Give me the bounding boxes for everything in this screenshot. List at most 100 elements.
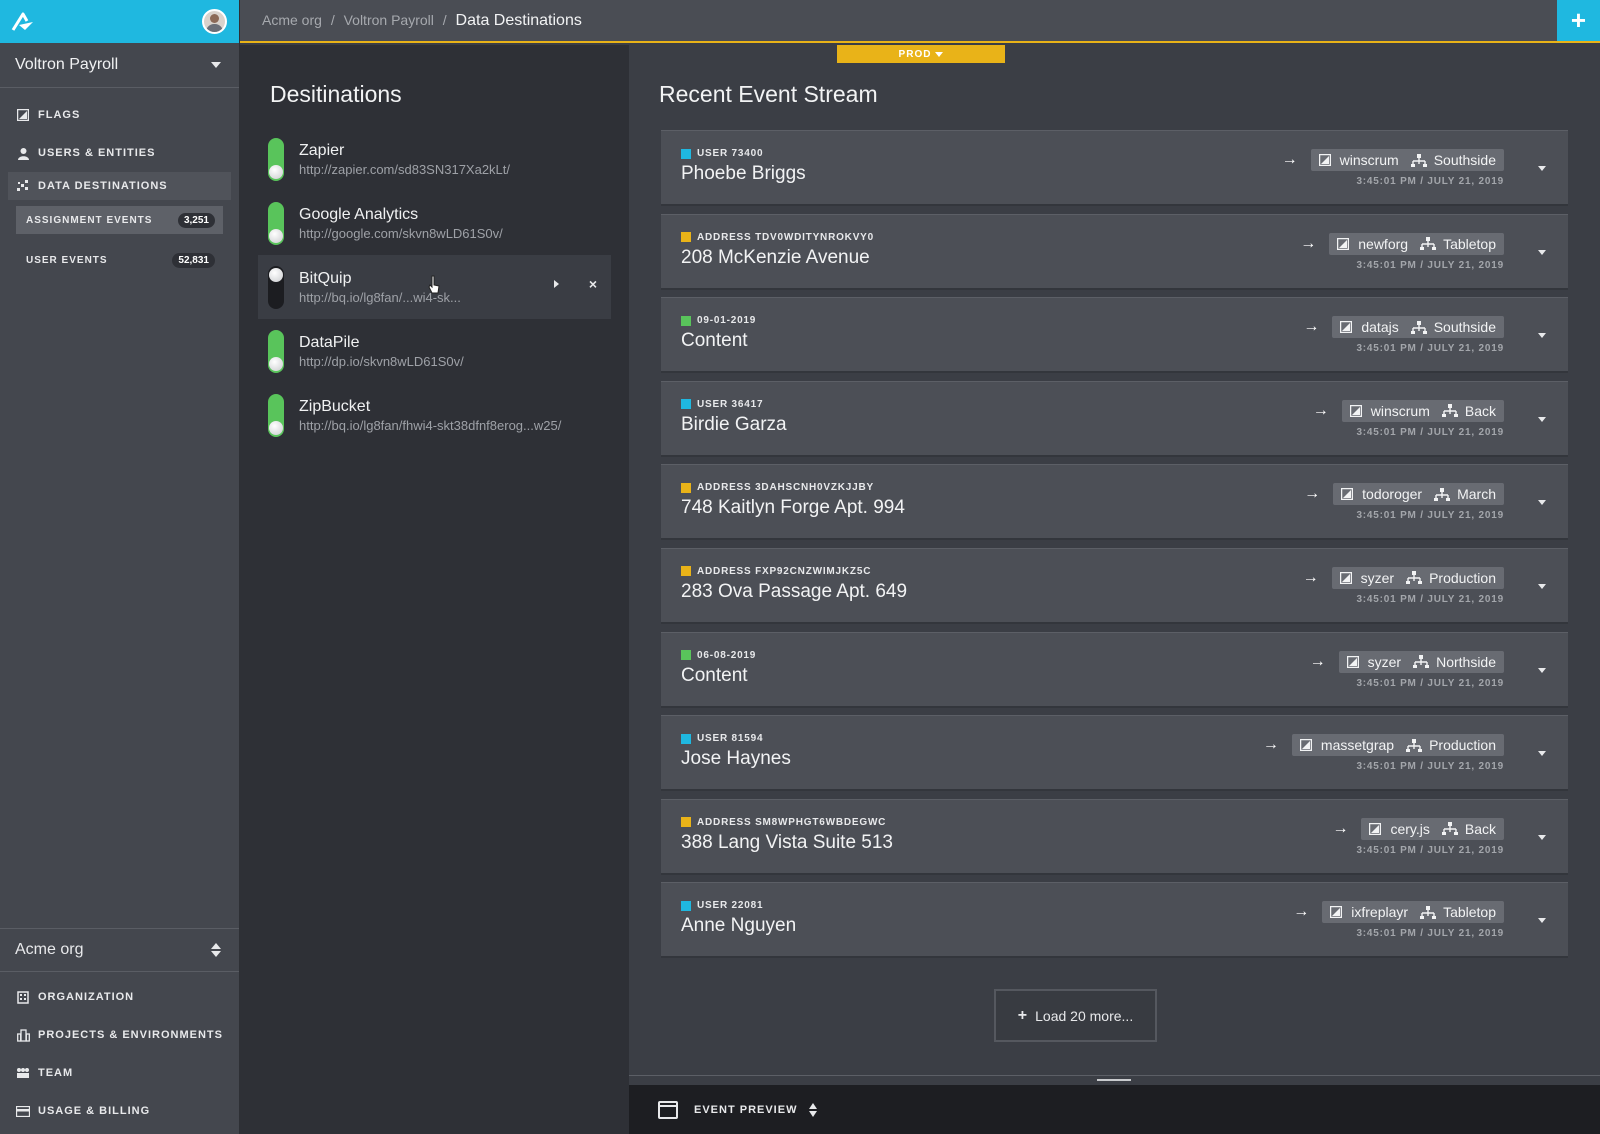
event-row[interactable]: ADDRESS SM8WPHGT6WBDEGWC 388 Lang Vista S… [661,798,1568,875]
breadcrumb-org[interactable]: Acme org [262,12,322,28]
flag-name: winscrum [1370,402,1430,419]
event-row[interactable]: 09-01-2019 Content → datajs Southside 3:45:01… [661,297,1568,374]
event-stream-panel: Recent Event Stream USER 73400 Phoebe Bri… [629,45,1600,1075]
event-target-chip[interactable]: ixfreplayr Tabletop [1322,901,1504,924]
event-id: USER 73400 [697,148,764,159]
arrow-right-icon: → [1302,568,1319,586]
destination-item[interactable]: Zapier http://zapier.com/sd83SN317Xa2kLt… [258,127,611,191]
event-row[interactable]: USER 22081 Anne Nguyen → ixfreplayr Tabletop… [661,882,1568,959]
nav-users-entities[interactable]: USERS & ENTITIES [0,134,239,172]
event-row[interactable]: USER 81594 Jose Haynes → massetgrap Producti… [661,715,1568,792]
destination-item[interactable]: DataPile http://dp.io/skvn8wLD61S0v/ [258,319,611,383]
event-id: USER 81594 [697,733,764,745]
event-target-chip[interactable]: syzer Northside [1338,650,1504,673]
destination-item[interactable]: ZipBucket http://bq.io/lg8fan/fhwi4-skt3… [258,383,611,447]
flag-icon [16,108,30,122]
event-row[interactable]: USER 36417 Birdie Garza → winscrum Back 3:45:… [661,380,1568,457]
environment-icon [1413,655,1430,669]
enable-toggle[interactable] [268,201,284,245]
event-meta: → cery.js Back 3:45:01 PM / JULY 21, 2019 [1332,817,1504,856]
nav-label: FLAGS [38,109,81,121]
event-row[interactable]: 06-08-2019 Content → syzer Northside 3:45:01 … [661,631,1568,708]
environment-name: Tabletop [1443,904,1496,921]
event-row[interactable]: ADDRESS 3DAHSCNH0VZKJJBY 748 Kaitlyn Forg… [661,464,1568,541]
event-type-label: 09-01-2019 [681,315,756,326]
event-target-chip[interactable]: newforg Tabletop [1329,232,1504,255]
nav-flags[interactable]: FLAGS [0,96,239,134]
event-type-label: ADDRESS 3DAHSCNH0VZKJJBY [681,482,874,493]
chevron-down-icon[interactable] [1538,583,1546,589]
event-type-swatch [681,650,691,661]
breadcrumb-project[interactable]: Voltron Payroll [344,12,434,28]
enable-toggle[interactable] [268,329,284,373]
event-target-chip[interactable]: syzer Production [1331,566,1504,589]
event-meta: → syzer Production 3:45:01 PM / JULY 21, 20… [1302,566,1504,605]
chevron-down-icon[interactable] [1538,500,1546,506]
event-target-chip[interactable]: datajs Southside [1332,316,1504,339]
destination-item[interactable]: BitQuip http://bq.io/lg8fan/...wi4-sk...… [258,255,611,319]
chevron-down-icon[interactable] [1538,333,1546,339]
nav-label: PROJECTS & ENVIRONMENTS [38,1029,223,1041]
arrow-right-icon: → [1293,903,1310,921]
event-timestamp: 3:45:01 PM / JULY 21, 2019 [1356,426,1504,438]
event-meta: → massetgrap Production 3:45:01 PM / JULY 2… [1263,734,1504,772]
arrow-right-icon: → [1309,652,1326,670]
nav-team[interactable]: TEAM [0,1054,239,1092]
destination-item[interactable]: Google Analytics http://google.com/skvn8… [258,191,611,255]
destinations-title: Desitinations [270,81,402,107]
flag-name: datajs [1361,319,1399,336]
environment-name: Back [1464,402,1496,419]
nav-usage-billing[interactable]: USAGE & BILLING [0,1092,239,1130]
projects-icon [16,1028,30,1042]
chevron-down-icon[interactable] [1538,249,1546,255]
event-row[interactable]: ADDRESS TDV0WDITYNROKVY0 208 McKenzie Ave… [661,213,1568,290]
close-icon[interactable]: × [589,277,597,291]
event-title: 748 Kaitlyn Forge Apt. 994 [681,497,905,519]
event-type-label: ADDRESS FXP92CNZWIMJKZ5C [681,566,871,577]
chevron-down-icon [211,62,221,68]
avatar[interactable] [202,9,227,34]
event-target-chip[interactable]: massetgrap Production [1291,734,1504,757]
event-preview-bar[interactable]: EVENT PREVIEW [629,1085,1600,1134]
enable-toggle[interactable] [268,265,284,309]
environment-name: Southside [1433,152,1496,168]
chevron-down-icon[interactable] [1538,751,1546,757]
event-target-chip[interactable]: todoroger March [1333,483,1504,506]
event-type-label: USER 73400 [681,148,763,159]
sub-user-events[interactable]: USER EVENTS 52,831 [16,246,223,274]
chevron-down-icon[interactable] [1538,667,1546,673]
event-target-chip[interactable]: cery.js Back [1361,817,1504,840]
flag-icon [1337,237,1350,250]
sub-assignment-events[interactable]: ASSIGNMENT EVENTS 3,251 [16,206,223,234]
preview-resize-handle[interactable] [629,1075,1600,1085]
org-select[interactable]: Acme org [0,928,239,972]
event-type-swatch [681,566,691,577]
sort-icon [809,1102,818,1117]
enable-toggle[interactable] [268,137,284,181]
play-icon[interactable] [553,280,559,288]
nav-data-destinations[interactable]: DATA DESTINATIONS [8,172,231,200]
event-row[interactable]: USER 73400 Phoebe Briggs → winscrum Southsid… [661,130,1568,206]
destination-name: Zapier [299,141,345,159]
destination-url: http://dp.io/skvn8wLD61S0v/ [299,353,464,369]
enable-toggle[interactable] [268,393,284,437]
event-row[interactable]: ADDRESS FXP92CNZWIMJKZ5C 283 Ova Passage … [661,547,1568,624]
event-timestamp: 3:45:01 PM / JULY 21, 2019 [1356,510,1504,522]
chevron-down-icon[interactable] [1538,834,1546,840]
sidebar: Voltron Payroll FLAGS USERS & ENTITIES D… [0,0,240,1134]
environment-name: Tabletop [1443,235,1496,252]
event-target-chip[interactable]: winscrum Southside [1310,149,1504,171]
logo-icon[interactable] [10,9,36,35]
nav-projects-environments[interactable]: PROJECTS & ENVIRONMENTS [0,1016,239,1054]
chevron-down-icon[interactable] [1538,166,1546,171]
event-target-chip[interactable]: winscrum Back [1341,399,1504,422]
project-select[interactable]: Voltron Payroll [0,43,239,88]
flag-icon [1346,655,1359,668]
chevron-down-icon[interactable] [1538,416,1546,422]
load-more-button[interactable]: + Load 20 more... [994,989,1157,1042]
add-button[interactable]: + [1557,0,1600,41]
chevron-down-icon[interactable] [1538,918,1546,924]
arrow-right-icon: → [1262,736,1279,754]
nav-organization[interactable]: ORGANIZATION [0,978,239,1016]
destination-url: http://zapier.com/sd83SN317Xa2kLt/ [299,161,511,177]
